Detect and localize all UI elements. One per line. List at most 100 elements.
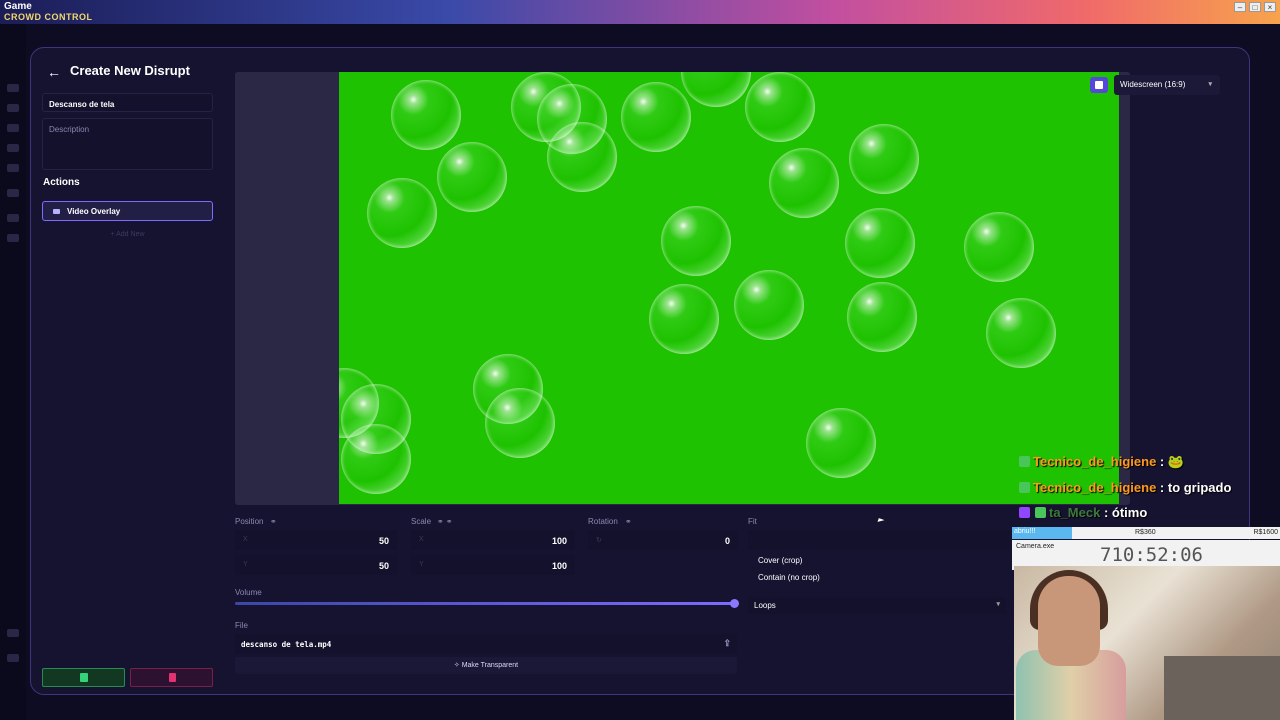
- loop-value: Loops: [754, 601, 776, 610]
- link-icon[interactable]: ⚭: [270, 517, 277, 526]
- volume-handle[interactable]: [730, 599, 739, 608]
- nav-icon[interactable]: [7, 84, 19, 92]
- goal-progress: abriu!!!: [1012, 527, 1072, 539]
- bubble: [391, 80, 461, 150]
- action-label: Video Overlay: [67, 207, 121, 216]
- scale-y-input[interactable]: Y 100: [411, 555, 575, 575]
- action-video-overlay[interactable]: Video Overlay: [42, 201, 213, 221]
- nav-icon[interactable]: [7, 629, 19, 637]
- bubble: [661, 206, 731, 276]
- trash-icon: [169, 673, 176, 682]
- app-name: CROWD CONTROL: [4, 12, 93, 22]
- nav-icon[interactable]: [7, 124, 19, 132]
- bubble: [849, 124, 919, 194]
- bubble: [769, 148, 839, 218]
- chat-text: : 🐸: [1159, 454, 1185, 469]
- file-input[interactable]: descanso de tela.mp4 ⇪: [235, 634, 737, 654]
- scale-y-value: 100: [551, 561, 567, 571]
- bubble: [367, 178, 437, 248]
- x-label: X: [419, 536, 424, 543]
- bubble: [341, 424, 411, 494]
- description-input[interactable]: Description: [42, 118, 213, 170]
- goal-amount-1: R$360: [1135, 529, 1156, 536]
- chat-username: Tecnico_de_higiene: [1033, 454, 1157, 469]
- add-new-button[interactable]: + Add New: [42, 228, 213, 243]
- chevron-down-icon: ▾: [1208, 81, 1212, 88]
- nav-icon[interactable]: [7, 189, 19, 197]
- fit-option-cover[interactable]: Cover (crop): [758, 556, 802, 565]
- bubble: [964, 212, 1034, 282]
- bubble: [649, 284, 719, 354]
- link-icon[interactable]: ⚭: [625, 517, 632, 526]
- y-label: Y: [419, 561, 424, 568]
- chat-username: Tecnico_de_higiene: [1033, 480, 1157, 495]
- rotate-icon: ↻: [596, 537, 602, 544]
- left-rail: [0, 24, 26, 720]
- chat-message: Tecnico_de_higiene : to gripado: [1017, 480, 1231, 495]
- bubble: [621, 82, 691, 152]
- bubble: [845, 208, 915, 278]
- save-icon: [80, 673, 88, 682]
- volume-label: Volume: [235, 588, 262, 597]
- position-y-input[interactable]: Y 50: [235, 555, 397, 575]
- nav-icon[interactable]: [7, 234, 19, 242]
- bubble: [986, 298, 1056, 368]
- scale-x-value: 100: [551, 536, 567, 546]
- volume-slider[interactable]: [235, 599, 739, 608]
- aspect-select[interactable]: Widescreen (16:9) ▾: [1114, 75, 1220, 95]
- position-y-value: 50: [378, 561, 389, 571]
- webcam-person: [1038, 576, 1100, 666]
- fit-select[interactable]: [748, 530, 1010, 550]
- fit-label: Fit: [748, 517, 757, 526]
- bubble: [681, 72, 751, 107]
- maximize-icon[interactable]: □: [1249, 2, 1261, 12]
- nav-icon[interactable]: [7, 164, 19, 172]
- chevron-down-icon: ▾: [996, 601, 1000, 608]
- chat-text: : ótimo: [1103, 505, 1148, 520]
- title-bar: Game CROWD CONTROL – □ ×: [0, 0, 1280, 24]
- camera-window-title: Camera.exe: [1016, 543, 1055, 550]
- kick-icon: [1019, 482, 1030, 493]
- nav-icon[interactable]: [7, 214, 19, 222]
- goal-amount-2: R$1600: [1253, 529, 1278, 536]
- nav-icon[interactable]: [7, 104, 19, 112]
- rotation-input[interactable]: ↻ 0: [588, 530, 738, 550]
- make-transparent-label: Make Transparent: [461, 662, 519, 669]
- position-x-input[interactable]: X 50: [235, 530, 397, 550]
- delete-button[interactable]: [130, 668, 213, 687]
- scale-x-input[interactable]: X 100: [411, 530, 575, 550]
- nav-icon[interactable]: [7, 144, 19, 152]
- stop-icon: [1095, 81, 1103, 89]
- nav-icon[interactable]: [7, 654, 19, 662]
- close-icon[interactable]: ×: [1264, 2, 1276, 12]
- upload-icon[interactable]: ⇪: [723, 638, 731, 649]
- fit-option-contain[interactable]: Contain (no crop): [758, 573, 820, 582]
- window-title: Game: [4, 1, 32, 12]
- stop-button[interactable]: [1090, 77, 1108, 93]
- chat-message: ta_Meck : ótimo: [1017, 505, 1147, 520]
- add-new-label: Add New: [116, 231, 145, 238]
- stream-timer: 710:52:06: [1100, 544, 1203, 566]
- video-camera-icon: [53, 209, 60, 214]
- minimize-icon[interactable]: –: [1234, 2, 1246, 12]
- name-input[interactable]: Descanso de tela: [42, 93, 213, 112]
- file-value: descanso de tela.mp4: [241, 640, 332, 649]
- bubble: [745, 72, 815, 142]
- verified-icon: [1035, 507, 1046, 518]
- link-icon[interactable]: ⚭ ⚭: [437, 517, 453, 526]
- chat-message: Tecnico_de_higiene : 🐸: [1017, 454, 1184, 470]
- make-transparent-button[interactable]: ✧ Make Transparent: [235, 657, 737, 674]
- actions-heading: Actions: [43, 177, 80, 188]
- kick-icon: [1019, 456, 1030, 467]
- page-title: Create New Disrupt: [70, 63, 190, 78]
- webcam-background: [1164, 656, 1280, 720]
- save-button[interactable]: [42, 668, 125, 687]
- position-label: Position: [235, 517, 264, 526]
- scale-label: Scale: [411, 517, 432, 526]
- bubble: [547, 122, 617, 192]
- rotation-value: 0: [724, 536, 730, 546]
- loop-select[interactable]: Loops ▾: [748, 597, 1006, 614]
- back-arrow-icon[interactable]: ←: [47, 64, 61, 80]
- video-preview[interactable]: [339, 72, 1119, 504]
- bubble: [806, 408, 876, 478]
